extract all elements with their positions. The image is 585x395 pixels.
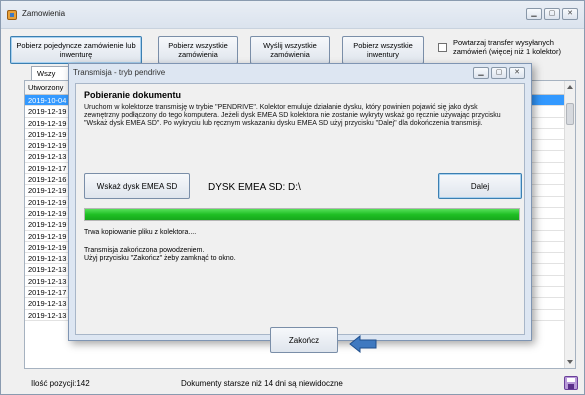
progress-fill — [85, 209, 519, 220]
close-hint-message: Użyj przycisku "Zakończ" żeby zamknąć to… — [84, 255, 236, 262]
cell-created-date: 2019-12-19 — [25, 207, 71, 219]
send-all-orders-button[interactable]: Wyślij wszystkie zamówienia — [250, 36, 330, 64]
point-disk-button[interactable]: Wskaż dysk EMEA SD — [84, 173, 190, 199]
scroll-up-icon[interactable] — [567, 85, 573, 89]
cell-created-date: 2019-12-19 — [25, 128, 71, 140]
cell-created-date: 2019-12-19 — [25, 106, 71, 118]
cell-created-date: 2019-12-16 — [25, 174, 71, 186]
dialog-close-button[interactable]: ✕ — [509, 67, 525, 79]
tab-all[interactable]: Wszy — [31, 66, 71, 80]
cell-created-date: 2019-12-13 — [25, 151, 71, 163]
cell-created-date: 2019-12-13 — [25, 309, 71, 321]
dialog-window-controls: ▁ ▢ ✕ — [473, 67, 525, 79]
fetch-all-orders-button[interactable]: Pobierz wszystkie zamówienia — [158, 36, 238, 64]
disk-caption: DYSK EMEA SD: — [208, 182, 286, 193]
window-title: Zamowienia — [22, 9, 66, 18]
transmission-dialog: Transmisja - tryb pendrive ▁ ▢ ✕ Pobiera… — [68, 63, 532, 353]
window-controls: ▁ ▢ ✕ — [526, 8, 578, 20]
repeat-transfer-option[interactable]: Powtarzaj transfer wysyłanych zamówień (… — [435, 38, 583, 64]
repeat-transfer-label: Powtarzaj transfer wysyłanych zamówień (… — [453, 38, 561, 56]
item-count: Ilość pozycji:142 — [31, 379, 90, 388]
cell-created-date: 2019-12-13 — [25, 298, 71, 310]
dialog-description: Uruchom w kolektorze transmisję w trybie… — [84, 104, 501, 128]
dialog-minimize-button[interactable]: ▁ — [473, 67, 489, 79]
maximize-button[interactable]: ▢ — [544, 8, 560, 20]
orders-app-icon — [7, 10, 17, 20]
dialog-body: Pobieranie dokumentu Uruchom w kolektorz… — [75, 83, 525, 353]
repeat-transfer-checkbox[interactable] — [438, 43, 447, 52]
disk-info: DYSK EMEA SD: D:\ — [208, 182, 301, 193]
cell-created-date: 2019-12-19 — [25, 230, 71, 242]
close-button[interactable]: ✕ — [562, 8, 578, 20]
fetch-single-button[interactable]: Pobierz pojedyncze zamówienie lub inwent… — [10, 36, 142, 64]
cell-created-date: 2019-10-04 — [25, 95, 71, 106]
cell-created-date: 2019-12-19 — [25, 241, 71, 253]
cell-created-date: 2019-12-19 — [25, 140, 71, 152]
copying-message: Trwa kopiowanie pliku z kolektora.... — [84, 229, 197, 236]
minimize-button[interactable]: ▁ — [526, 8, 542, 20]
cell-created-date: 2019-12-19 — [25, 117, 71, 129]
dialog-maximize-button[interactable]: ▢ — [491, 67, 507, 79]
cell-created-date: 2019-12-17 — [25, 287, 71, 299]
cell-created-date: 2019-12-19 — [25, 185, 71, 197]
visibility-note: Dokumenty starsze niż 14 dni są niewidoc… — [181, 379, 343, 388]
finish-button[interactable]: Zakończ — [270, 327, 338, 353]
column-header-created[interactable]: Utworzony — [25, 81, 71, 95]
dialog-title: Transmisja - tryb pendrive — [73, 68, 166, 77]
fetch-all-inventory-button[interactable]: Pobierz wszystkie inwentury — [342, 36, 424, 64]
back-arrow-icon — [349, 335, 377, 353]
scroll-thumb[interactable] — [566, 103, 574, 125]
disk-value: D:\ — [288, 182, 301, 193]
cell-created-date: 2019-12-13 — [25, 275, 71, 287]
cell-created-date: 2019-12-13 — [25, 264, 71, 276]
vertical-scrollbar[interactable] — [564, 81, 575, 368]
cell-created-date: 2019-12-19 — [25, 196, 71, 208]
cell-created-date: 2019-12-19 — [25, 219, 71, 231]
transfer-progress-bar — [84, 208, 520, 221]
next-button[interactable]: Dalej — [438, 173, 522, 199]
save-icon[interactable] — [564, 376, 578, 390]
title-bar: Zamowienia ▁ ▢ ✕ — [1, 1, 584, 29]
dialog-heading: Pobieranie dokumentu — [84, 90, 182, 100]
cell-created-date: 2019-12-17 — [25, 162, 71, 174]
cell-created-date: 2019-12-13 — [25, 253, 71, 265]
scroll-down-icon[interactable] — [567, 360, 573, 364]
